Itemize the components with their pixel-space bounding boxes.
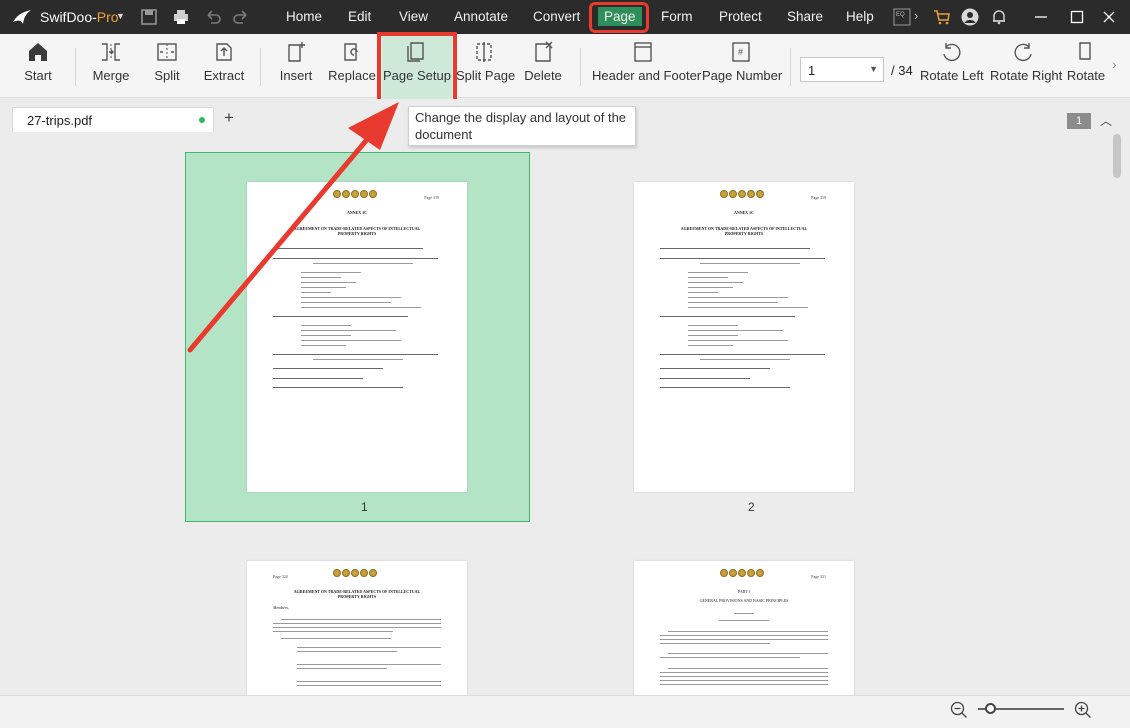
page-ribbon-toolbar: Start Merge Split Extract Insert Replace… xyxy=(0,34,1130,104)
swift-bird-logo-icon xyxy=(13,10,31,24)
page-number-button[interactable]: # Page Number xyxy=(702,34,782,98)
merge-icon xyxy=(102,43,120,61)
split-page-button[interactable]: Split Page xyxy=(456,34,515,98)
ribbon-separator xyxy=(75,48,76,86)
extract-icon xyxy=(216,43,232,61)
delete-button[interactable]: Delete xyxy=(520,34,566,98)
svg-text:#: # xyxy=(738,47,743,57)
ribbon-separator xyxy=(580,48,581,86)
page-thumbnail-1[interactable]: Page 319 ANNEX 1C AGREEMENT ON TRADE-REL… xyxy=(247,182,467,492)
split-page-icon xyxy=(476,42,492,62)
redo-icon[interactable] xyxy=(232,8,250,26)
replace-button[interactable]: Replace xyxy=(326,34,378,98)
ribbon-separator xyxy=(790,48,791,86)
wto-seal-icon xyxy=(333,185,381,198)
saved-status-dot xyxy=(199,117,205,123)
rotate-left-button[interactable]: Rotate Left xyxy=(920,34,984,98)
menu-annotate[interactable]: Annotate xyxy=(454,9,508,24)
insert-button[interactable]: Insert xyxy=(272,34,320,98)
menu-protect[interactable]: Protect xyxy=(719,9,762,24)
page-badge: 1 xyxy=(1067,113,1091,129)
split-icon xyxy=(157,43,177,61)
menu-form[interactable]: Form xyxy=(661,9,693,24)
add-tab-button[interactable]: + xyxy=(224,108,234,128)
menu-view[interactable]: View xyxy=(399,9,428,24)
start-button[interactable]: Start xyxy=(14,34,62,98)
page-total: / 34 xyxy=(891,63,913,78)
header-footer-icon xyxy=(634,42,652,62)
menu-share[interactable]: Share xyxy=(787,9,823,24)
zoom-out-icon[interactable] xyxy=(950,701,968,719)
scrollbar-thumb[interactable] xyxy=(1113,134,1121,178)
svg-text:EQ: EQ xyxy=(896,12,905,18)
minimize-icon[interactable] xyxy=(1033,9,1049,25)
title-bar: SwifDoo-Pro ▼ Home Edit View Annotate Co… xyxy=(0,0,1130,34)
wto-seal-icon xyxy=(333,564,381,577)
document-tab[interactable]: 27-trips.pdf xyxy=(12,107,214,132)
header-footer-button[interactable]: Header and Footer xyxy=(592,34,701,98)
chevron-up-icon[interactable]: ︿ xyxy=(1100,112,1112,129)
split-button[interactable]: Split xyxy=(145,34,189,98)
home-icon xyxy=(29,43,47,61)
page-thumbnail-4[interactable]: Page 321 PART I GENERAL PROVISIONS AND B… xyxy=(634,561,854,695)
menu-home[interactable]: Home xyxy=(286,9,322,24)
page-thumbnail-3[interactable]: Page 320 AGREEMENT ON TRADE-RELATED ASPE… xyxy=(247,561,467,695)
app-menu-chevron-down-icon[interactable]: ▼ xyxy=(116,11,125,21)
wto-seal-icon xyxy=(720,564,768,577)
replace-page-icon xyxy=(344,43,358,61)
more-chevron-icon[interactable]: › xyxy=(914,8,932,26)
close-icon[interactable] xyxy=(1101,9,1117,25)
ribbon-scroll-right-icon[interactable]: › xyxy=(1112,56,1117,72)
page-number-icon: # xyxy=(732,42,750,62)
wto-seal-icon xyxy=(720,185,768,198)
menu-help[interactable]: Help xyxy=(846,9,874,24)
zoom-slider-handle[interactable] xyxy=(985,703,996,714)
page-setup-highlight-box xyxy=(377,32,457,108)
cart-icon[interactable] xyxy=(933,8,951,26)
zoom-in-icon[interactable] xyxy=(1074,701,1092,719)
maximize-icon[interactable] xyxy=(1069,9,1085,25)
ribbon-separator xyxy=(260,48,261,86)
menu-convert[interactable]: Convert xyxy=(533,9,580,24)
menu-edit[interactable]: Edit xyxy=(348,9,371,24)
bell-icon[interactable] xyxy=(990,8,1008,26)
rotate-icon xyxy=(1079,42,1091,60)
print-icon[interactable] xyxy=(172,8,190,26)
page-menu-highlight-box xyxy=(589,2,649,33)
qr-icon[interactable]: EQ xyxy=(893,8,911,26)
undo-icon[interactable] xyxy=(204,8,222,26)
page-select-dropdown[interactable]: 1 ▼ xyxy=(800,57,884,82)
merge-button[interactable]: Merge xyxy=(87,34,135,98)
rotate-left-icon xyxy=(943,43,961,62)
page-thumbnail-2[interactable]: Page 319 ANNEX 1C AGREEMENT ON TRADE-REL… xyxy=(634,182,854,492)
app-name: SwifDoo-Pro xyxy=(40,9,119,25)
extract-button[interactable]: Extract xyxy=(199,34,249,98)
vertical-scrollbar[interactable] xyxy=(1112,132,1124,695)
chevron-down-icon: ▼ xyxy=(869,64,878,74)
rotate-button[interactable]: Rotate xyxy=(1066,34,1106,98)
page-thumbnail-label: 1 xyxy=(361,500,368,514)
page-setup-tooltip: Change the display and layout of the doc… xyxy=(408,106,636,146)
delete-page-icon xyxy=(535,41,553,62)
save-icon[interactable] xyxy=(140,8,158,26)
thumbnail-workspace xyxy=(0,132,1112,695)
rotate-right-icon xyxy=(1014,43,1032,62)
user-icon[interactable] xyxy=(961,8,979,26)
rotate-right-button[interactable]: Rotate Right xyxy=(990,34,1062,98)
insert-page-icon xyxy=(288,42,305,62)
page-thumbnail-label: 2 xyxy=(748,500,755,514)
